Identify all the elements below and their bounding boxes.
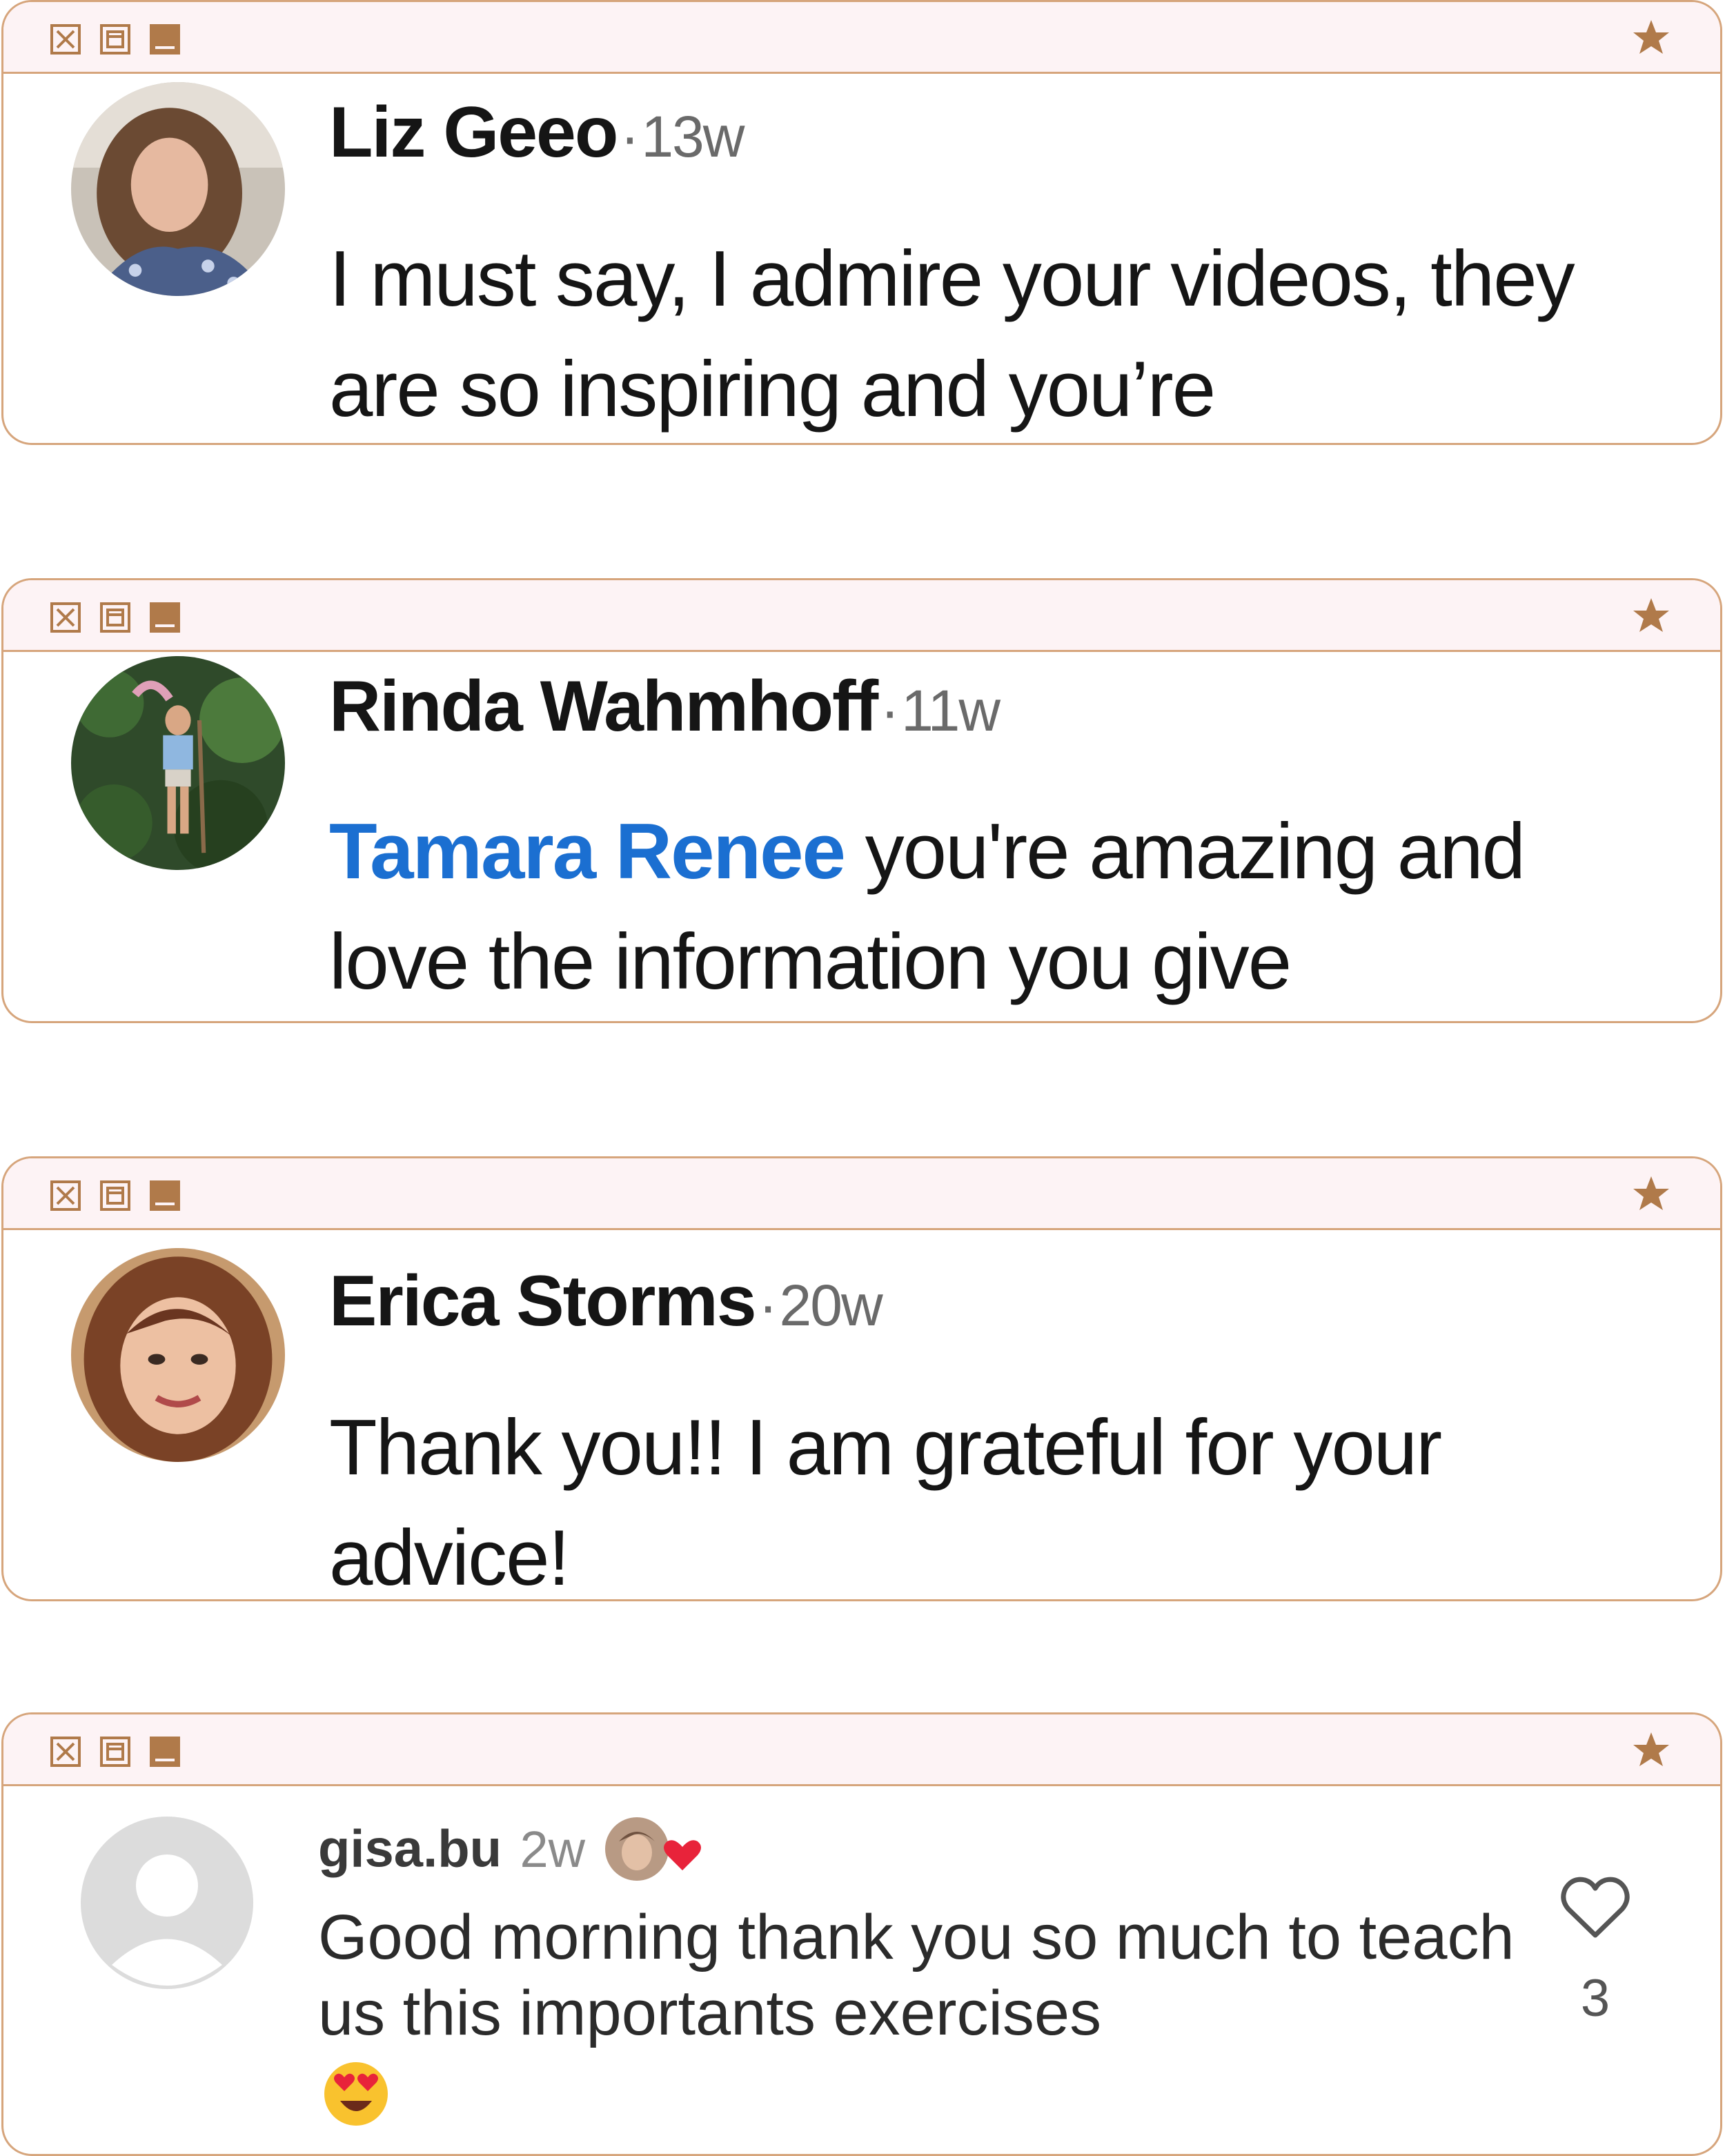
star-icon[interactable] <box>1630 17 1672 59</box>
comment-card: Liz Geeo · 13w I must say, I admire your… <box>1 0 1722 445</box>
window-titlebar <box>3 1158 1720 1230</box>
comment-header: Rinda Wahmhoff · 11w <box>329 666 1000 748</box>
star-icon[interactable] <box>1630 1174 1672 1215</box>
restore-icon[interactable] <box>100 1180 130 1211</box>
minimize-icon[interactable] <box>150 1180 180 1211</box>
window-titlebar <box>3 580 1720 652</box>
separator-dot: · <box>620 104 640 169</box>
avatar[interactable] <box>71 656 285 870</box>
close-icon[interactable] <box>50 1737 81 1767</box>
comment-card: Erica Storms · 20w Thank you!! I am grat… <box>1 1156 1722 1601</box>
restore-icon[interactable] <box>100 602 130 633</box>
comment-card: Rinda Wahmhoff · 11w Tamara Renee you're… <box>1 578 1722 1023</box>
close-icon[interactable] <box>50 1180 81 1211</box>
comment-text: Good morning thank you so much to teach … <box>318 1899 1532 2128</box>
author-name[interactable]: Rinda Wahmhoff <box>329 666 878 746</box>
restore-icon[interactable] <box>100 1737 130 1767</box>
timestamp[interactable]: 2w <box>520 1821 586 1878</box>
comment-text: Thank you!! I am grateful for your advic… <box>329 1404 1442 1601</box>
timestamp[interactable]: 13w <box>641 104 745 169</box>
minimize-icon[interactable] <box>150 602 180 633</box>
like-count: 3 <box>1580 1969 1610 2028</box>
heart-eyes-emoji-icon <box>324 2061 388 2126</box>
comment-header: Erica Storms · 20w <box>329 1260 883 1343</box>
mention-link[interactable]: Tamara Renee <box>329 808 846 896</box>
avatar[interactable] <box>71 1248 285 1462</box>
close-icon[interactable] <box>50 24 81 55</box>
comment-card: gisa.bu 2w Good morning thank you so muc… <box>1 1712 1722 2156</box>
comment-text: Tamara Renee you're amazing and love the… <box>329 797 1682 1018</box>
restore-icon[interactable] <box>100 24 130 55</box>
comment-text: I must say, I admire your videos, they a… <box>329 235 1575 433</box>
separator-dot: · <box>758 1273 778 1338</box>
comment-header: gisa.bu 2w <box>318 1811 711 1887</box>
author-name[interactable]: gisa.bu <box>318 1820 502 1879</box>
star-icon[interactable] <box>1630 1730 1672 1771</box>
minimize-icon[interactable] <box>150 24 180 55</box>
timestamp[interactable]: 11w <box>901 678 1000 743</box>
separator-dot: · <box>880 678 900 743</box>
default-avatar-icon[interactable] <box>81 1817 253 1989</box>
timestamp[interactable]: 20w <box>780 1273 883 1338</box>
minimize-icon[interactable] <box>150 1737 180 1767</box>
window-titlebar <box>3 1714 1720 1786</box>
like-heart-icon[interactable] <box>1559 1873 1632 1942</box>
author-name[interactable]: Erica Storms <box>329 1261 757 1341</box>
comment-body: Good morning thank you so much to teach … <box>318 1902 1515 2048</box>
close-icon[interactable] <box>50 602 81 633</box>
star-icon[interactable] <box>1630 595 1672 637</box>
comment-header: Liz Geeo · 13w <box>329 92 745 174</box>
avatar[interactable] <box>71 82 285 296</box>
window-titlebar <box>3 2 1720 74</box>
author-name[interactable]: Liz Geeo <box>329 92 618 172</box>
liked-by-creator-icon <box>604 1817 701 1881</box>
